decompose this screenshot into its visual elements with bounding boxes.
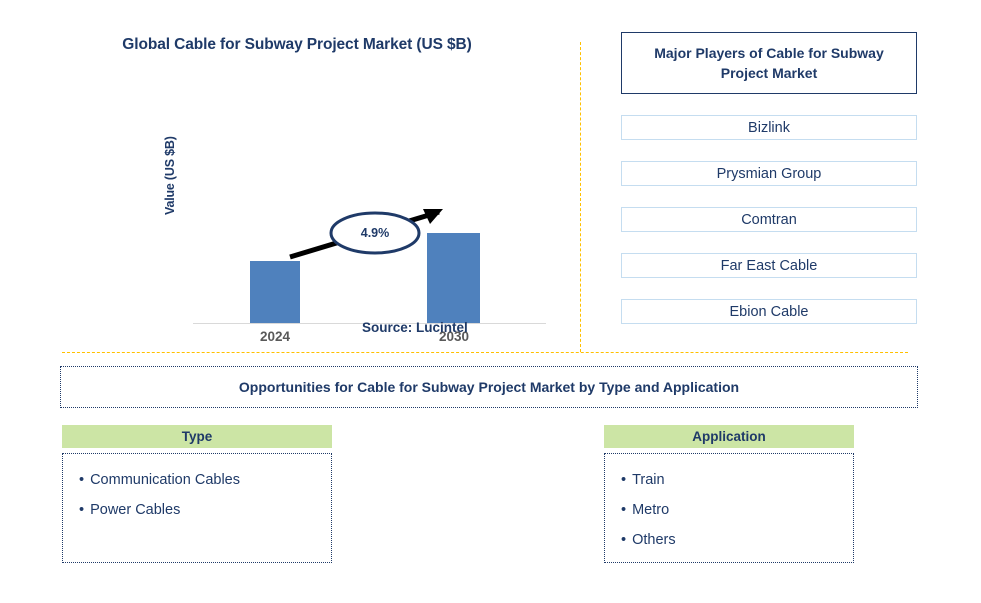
major-players-header: Major Players of Cable for Subway Projec…	[621, 32, 917, 94]
bullet-icon: •	[621, 532, 627, 548]
player-label: Ebion Cable	[729, 303, 809, 320]
application-item-label: Metro	[632, 502, 670, 518]
type-list: • Communication Cables • Power Cables	[62, 453, 332, 563]
type-item-label: Power Cables	[90, 502, 181, 518]
cagr-value: 4.9%	[360, 226, 390, 240]
market-infographic: Global Cable for Subway Project Market (…	[0, 0, 981, 603]
application-header: Application	[604, 425, 854, 448]
bullet-icon: •	[621, 472, 627, 488]
opportunities-title-box: Opportunities for Cable for Subway Proje…	[60, 366, 918, 408]
chart-title: Global Cable for Subway Project Market (…	[122, 36, 472, 53]
player-item-bizlink[interactable]: Bizlink	[621, 115, 917, 140]
cagr-callout: 4.9%	[287, 205, 447, 265]
application-item-label: Train	[632, 472, 665, 488]
divider-horizontal	[62, 352, 908, 353]
major-players-panel: Major Players of Cable for Subway Projec…	[621, 32, 917, 324]
player-label: Far East Cable	[720, 257, 818, 274]
list-item: • Train	[621, 465, 853, 495]
list-item: • Power Cables	[79, 495, 331, 525]
x-tick-label-2024: 2024	[259, 329, 291, 344]
bullet-icon: •	[621, 502, 627, 518]
application-list: • Train • Metro • Others	[604, 453, 854, 563]
player-label: Bizlink	[748, 119, 790, 136]
list-item: • Others	[621, 525, 853, 555]
bar-2024	[250, 261, 300, 323]
player-item-far-east-cable[interactable]: Far East Cable	[621, 253, 917, 278]
application-item-label: Others	[632, 532, 676, 548]
source-label: Source: Lucintel	[362, 320, 468, 335]
bullet-icon: •	[79, 502, 85, 518]
player-item-comtran[interactable]: Comtran	[621, 207, 917, 232]
type-item-label: Communication Cables	[90, 472, 240, 488]
player-item-ebion-cable[interactable]: Ebion Cable	[621, 299, 917, 324]
chart-panel: Global Cable for Subway Project Market (…	[62, 22, 552, 344]
player-label: Comtran	[741, 211, 797, 228]
list-item: • Communication Cables	[79, 465, 331, 495]
bar-2030	[427, 233, 480, 323]
divider-vertical	[580, 42, 581, 352]
bar-chart-plot-area: Value (US $B) 2024 2030 4.9%	[62, 107, 552, 344]
player-item-prysmian-group[interactable]: Prysmian Group	[621, 161, 917, 186]
type-header: Type	[62, 425, 332, 448]
bullet-icon: •	[79, 472, 85, 488]
cagr-arrow-icon	[289, 209, 443, 260]
list-item: • Metro	[621, 495, 853, 525]
y-axis-label: Value (US $B)	[163, 136, 177, 215]
player-label: Prysmian Group	[716, 165, 822, 182]
